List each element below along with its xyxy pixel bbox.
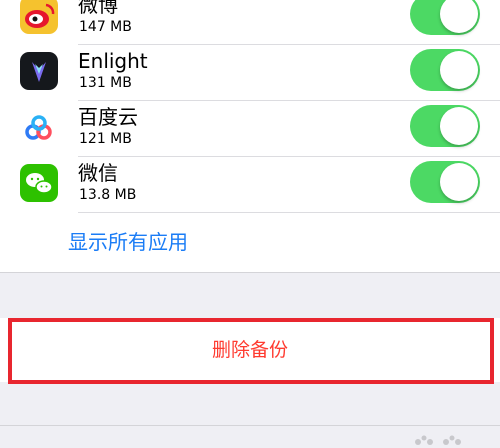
app-row-enlight: Enlight 131 MB <box>0 45 500 101</box>
app-name: Enlight <box>78 49 148 73</box>
row-divider <box>78 212 500 213</box>
toggle-knob <box>440 163 478 201</box>
toggle-knob <box>440 51 478 89</box>
app-name: 微博 <box>78 0 118 17</box>
section-divider <box>0 425 500 426</box>
app-size: 147 MB <box>79 19 132 35</box>
weibo-icon <box>20 0 58 34</box>
app-row-weibo: 微博 147 MB <box>0 0 500 45</box>
baidu-cloud-icon <box>20 108 58 146</box>
backup-toggle-weibo[interactable] <box>410 0 480 35</box>
backup-toggle-baidu-cloud[interactable] <box>410 105 480 147</box>
app-row-wechat: 微信 13.8 MB <box>0 157 500 213</box>
app-size: 121 MB <box>79 131 132 147</box>
app-name: 微信 <box>78 161 118 185</box>
toggle-knob <box>440 0 478 33</box>
app-name: 百度云 <box>78 105 138 129</box>
app-size: 13.8 MB <box>79 187 137 203</box>
app-row-baidu-cloud: 百度云 121 MB <box>0 101 500 157</box>
app-backup-list: 微博 147 MB Enlight 131 MB 百度云 121 MB 微信 1… <box>0 0 500 273</box>
app-size: 131 MB <box>79 75 132 91</box>
watermark-paw-icon <box>415 435 461 445</box>
show-all-apps-link[interactable]: 显示所有应用 <box>68 229 188 255</box>
backup-toggle-wechat[interactable] <box>410 161 480 203</box>
enlight-icon <box>20 52 58 90</box>
wechat-icon <box>20 164 58 202</box>
delete-backup-button[interactable]: 删除备份 <box>0 336 500 364</box>
toggle-knob <box>440 107 478 145</box>
backup-toggle-enlight[interactable] <box>410 49 480 91</box>
